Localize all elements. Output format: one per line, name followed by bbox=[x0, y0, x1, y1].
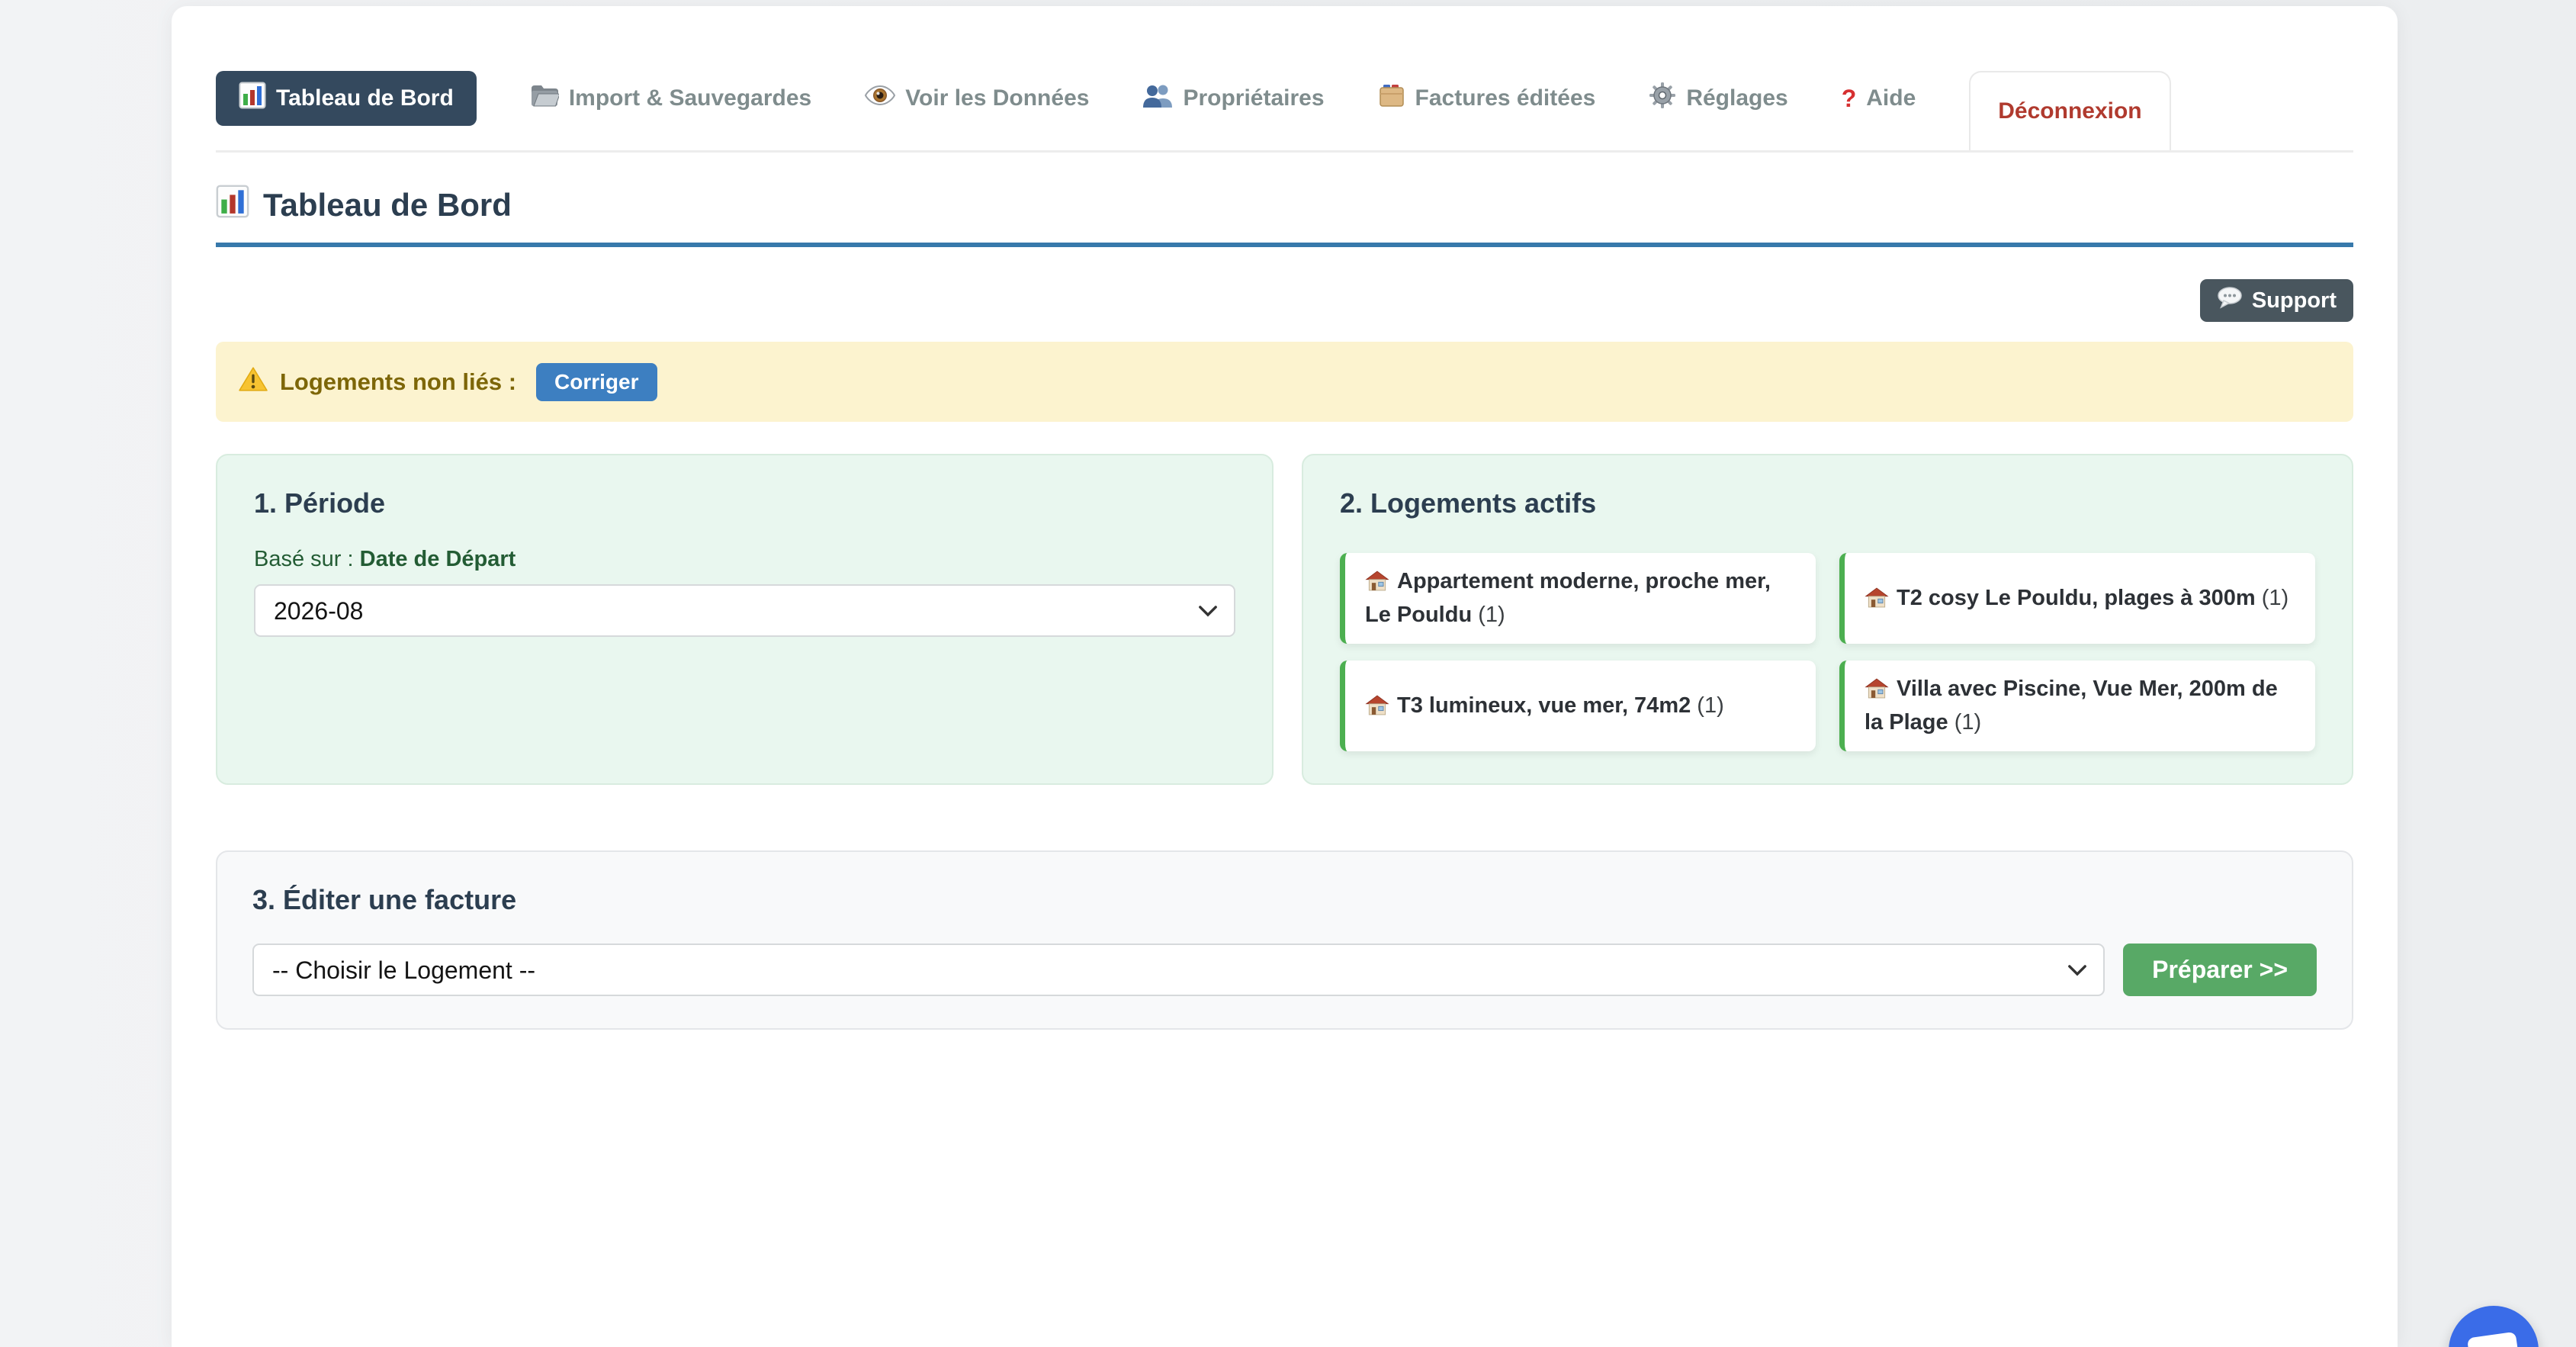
nav-label: Import & Sauvegardes bbox=[569, 85, 811, 111]
house-icon bbox=[1865, 677, 1897, 701]
nav-tab-tableau-de-bord[interactable]: Tableau de Bord bbox=[216, 71, 477, 126]
support-label: Support bbox=[2252, 288, 2337, 313]
corriger-button[interactable]: Corriger bbox=[536, 363, 657, 401]
card-index-icon bbox=[1378, 83, 1405, 114]
logement-count: (1) bbox=[1697, 693, 1723, 718]
logement-name: T2 cosy Le Pouldu, plages à 300m bbox=[1897, 586, 2256, 610]
nav-label: Factures éditées bbox=[1415, 85, 1596, 111]
page-title-block: Tableau de Bord bbox=[216, 185, 2353, 247]
based-on-label: Basé sur : bbox=[254, 547, 354, 571]
logements-grid: Appartement moderne, proche mer, Le Poul… bbox=[1340, 553, 2315, 751]
facture-row: -- Choisir le Logement -- Préparer >> bbox=[252, 944, 2317, 996]
nav-tab-factures-editees[interactable]: Factures éditées bbox=[1378, 71, 1596, 126]
preparer-button[interactable]: Préparer >> bbox=[2123, 944, 2317, 996]
periode-panel: 1. Période Basé sur : Date de Départ 202… bbox=[216, 454, 1274, 785]
support-button[interactable]: Support bbox=[2200, 279, 2353, 322]
logements-panel: 2. Logements actifs Appartement moderne,… bbox=[1302, 454, 2353, 785]
house-icon bbox=[1365, 693, 1397, 718]
logement-card: Villa avec Piscine, Vue Mer, 200m de la … bbox=[1839, 661, 2315, 751]
nav-tab-aide[interactable]: ? Aide bbox=[1842, 71, 1916, 126]
warning-triangle-icon bbox=[239, 366, 268, 398]
logement-select[interactable]: -- Choisir le Logement -- bbox=[252, 944, 2105, 996]
nav-tab-reglages[interactable]: Réglages bbox=[1649, 71, 1787, 126]
nav-label: Propriétaires bbox=[1183, 85, 1324, 111]
nav-label: Tableau de Bord bbox=[276, 85, 454, 111]
nav-label: Voir les Données bbox=[905, 85, 1089, 111]
speech-balloon-icon bbox=[2217, 286, 2243, 315]
question-mark-icon: ? bbox=[1842, 85, 1857, 113]
logement-name: Appartement moderne, proche mer, Le Poul… bbox=[1365, 569, 1771, 627]
logement-select-wrap: -- Choisir le Logement -- bbox=[252, 944, 2105, 996]
eye-icon bbox=[865, 84, 895, 113]
facture-heading: 3. Éditer une facture bbox=[252, 884, 2317, 916]
based-on-line: Basé sur : Date de Départ bbox=[254, 547, 1235, 572]
based-on-value: Date de Départ bbox=[360, 547, 516, 571]
top-nav: Tableau de Bord Import & Sauvegardes Voi… bbox=[216, 71, 2353, 153]
nav-tab-deconnexion[interactable]: Déconnexion bbox=[1969, 71, 2170, 150]
support-row: Support bbox=[216, 279, 2353, 322]
gear-icon bbox=[1649, 82, 1676, 115]
logement-count: (1) bbox=[2262, 586, 2289, 610]
bar-chart-icon bbox=[216, 185, 249, 226]
house-icon bbox=[1365, 569, 1397, 593]
nav-label: Aide bbox=[1866, 85, 1916, 111]
nav-label: Déconnexion bbox=[1998, 98, 2141, 124]
panels-row: 1. Période Basé sur : Date de Départ 202… bbox=[216, 454, 2353, 785]
logement-card: Appartement moderne, proche mer, Le Poul… bbox=[1340, 553, 1816, 644]
logement-count: (1) bbox=[1954, 710, 1981, 735]
logement-card: T2 cosy Le Pouldu, plages à 300m (1) bbox=[1839, 553, 2315, 644]
month-select[interactable]: 2026-08 bbox=[254, 584, 1235, 637]
page-title: Tableau de Bord bbox=[263, 187, 512, 223]
folder-icon bbox=[530, 83, 559, 114]
nav-label: Réglages bbox=[1686, 85, 1787, 111]
bar-chart-icon bbox=[239, 82, 266, 115]
nav-tab-proprietaires[interactable]: Propriétaires bbox=[1142, 71, 1324, 126]
page-background: Tableau de Bord Import & Sauvegardes Voi… bbox=[0, 0, 2576, 1347]
month-select-wrap: 2026-08 bbox=[254, 584, 1235, 637]
house-icon bbox=[1865, 586, 1897, 610]
people-icon bbox=[1142, 83, 1173, 114]
logements-heading: 2. Logements actifs bbox=[1340, 487, 2315, 519]
warning-banner: Logements non liés : Corriger bbox=[216, 342, 2353, 422]
chat-fab-button[interactable] bbox=[2449, 1306, 2539, 1347]
warning-message: Logements non liés : bbox=[280, 368, 516, 396]
facture-section: 3. Éditer une facture -- Choisir le Loge… bbox=[216, 850, 2353, 1030]
logement-name: T3 lumineux, vue mer, 74m2 bbox=[1397, 693, 1691, 718]
chat-bubble-icon bbox=[2467, 1332, 2520, 1347]
nav-tab-voir-les-donnees[interactable]: Voir les Données bbox=[865, 71, 1089, 126]
periode-heading: 1. Période bbox=[254, 487, 1235, 519]
logement-count: (1) bbox=[1478, 603, 1505, 627]
logement-name: Villa avec Piscine, Vue Mer, 200m de la … bbox=[1865, 677, 2278, 735]
main-card: Tableau de Bord Import & Sauvegardes Voi… bbox=[172, 6, 2398, 1347]
nav-tab-import-sauvegardes[interactable]: Import & Sauvegardes bbox=[530, 71, 811, 126]
logement-card: T3 lumineux, vue mer, 74m2 (1) bbox=[1340, 661, 1816, 751]
